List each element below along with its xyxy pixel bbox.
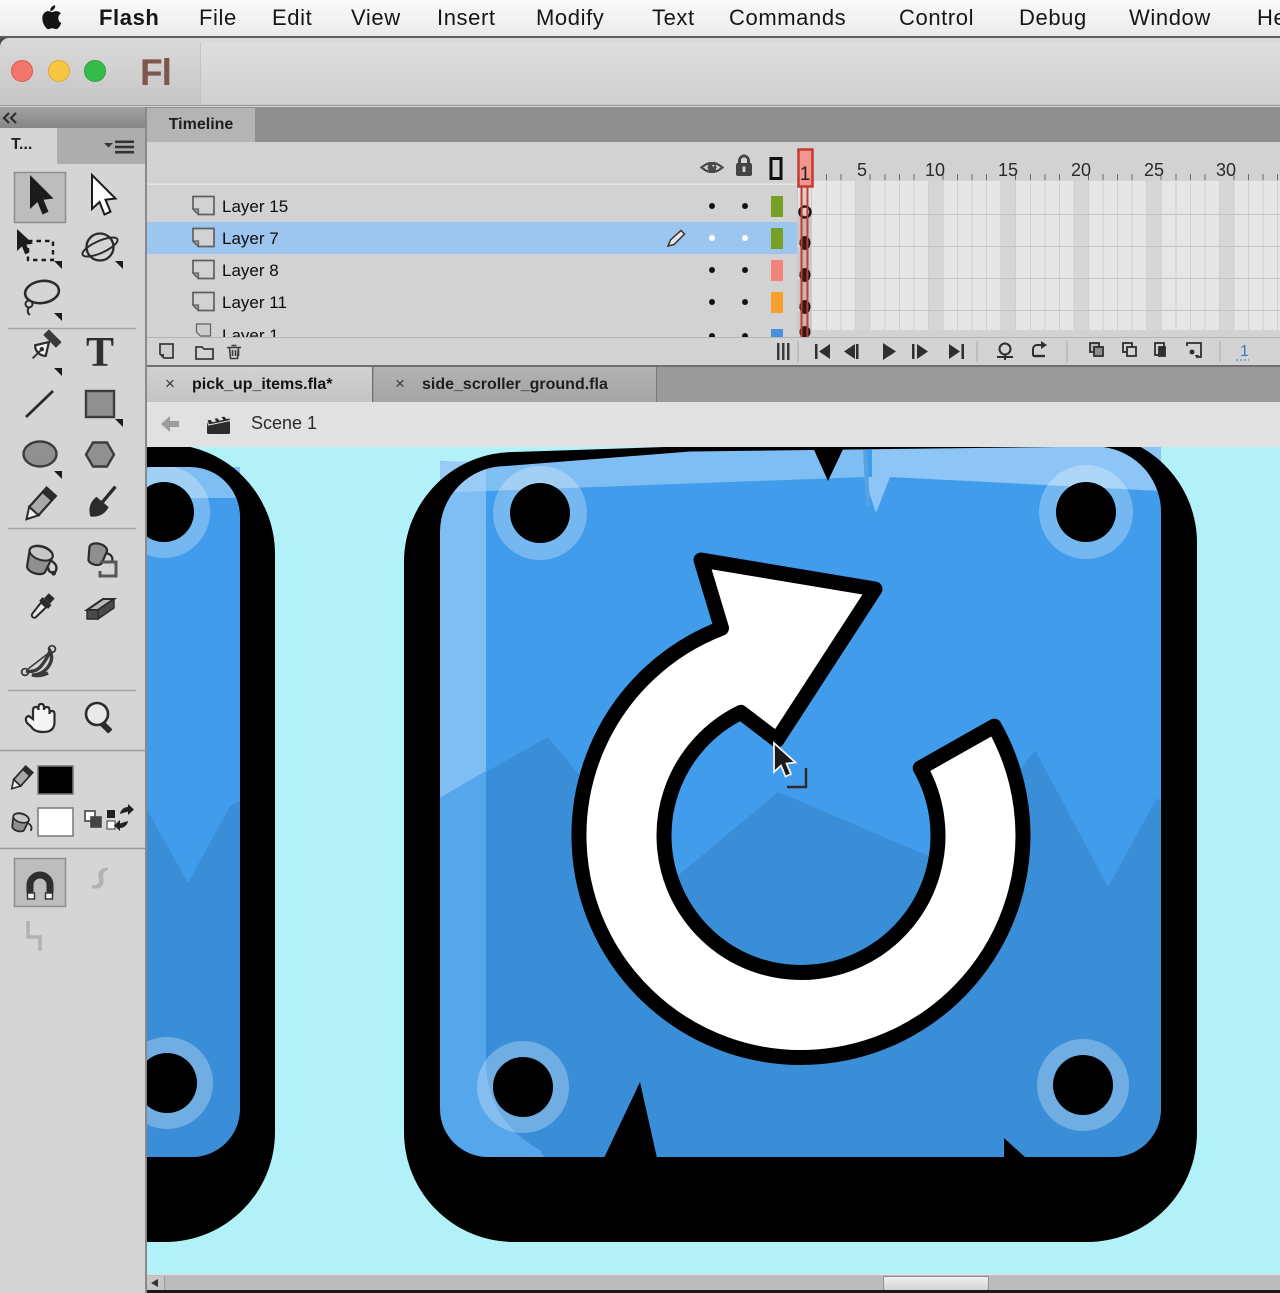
svg-text:1: 1 — [800, 164, 811, 185]
svg-text:1: 1 — [1240, 343, 1249, 360]
svg-text:T: T — [86, 330, 114, 376]
